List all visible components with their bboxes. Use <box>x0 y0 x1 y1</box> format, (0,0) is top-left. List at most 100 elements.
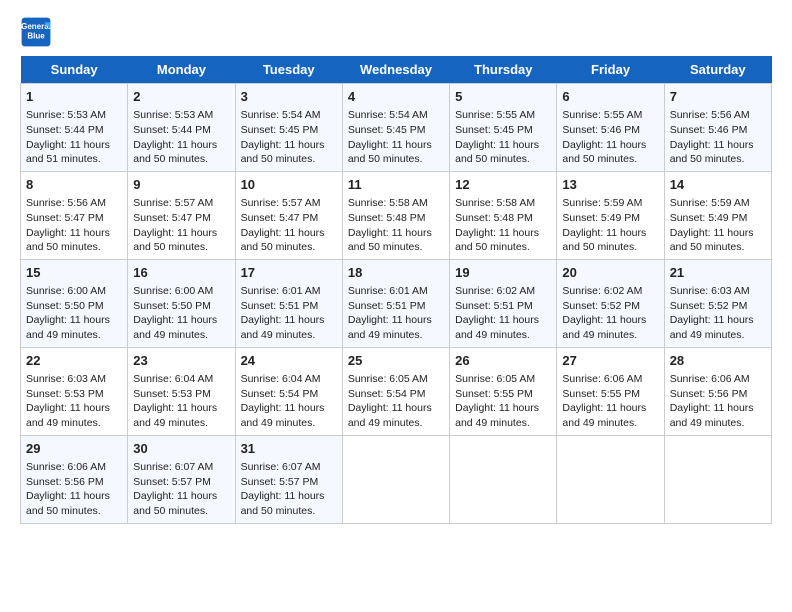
sunrise-text: Sunrise: 6:04 AM <box>241 373 321 385</box>
daylight-text: Daylight: 11 hours and 50 minutes. <box>133 227 217 254</box>
week-row-2: 8 Sunrise: 5:56 AM Sunset: 5:47 PM Daylight… <box>21 171 772 259</box>
sunset-text: Sunset: 5:47 PM <box>133 212 211 224</box>
calendar-table: SundayMondayTuesdayWednesdayThursdayFrid… <box>20 56 772 524</box>
calendar-cell: 26Sunrise: 6:05 AMSunset: 5:55 PMDayligh… <box>450 347 557 435</box>
day-number: 29 <box>26 440 122 458</box>
day-number: 20 <box>562 264 658 282</box>
calendar-cell: 9Sunrise: 5:57 AMSunset: 5:47 PMDaylight… <box>128 171 235 259</box>
sunrise-text: Sunrise: 6:07 AM <box>133 461 213 473</box>
week-row-4: 22Sunrise: 6:03 AMSunset: 5:53 PMDayligh… <box>21 347 772 435</box>
day-number: 13 <box>562 176 658 194</box>
sunset-text: Sunset: 5:47 PM <box>241 212 319 224</box>
daylight-text: Daylight: 11 hours and 50 minutes. <box>348 227 432 254</box>
sunrise-text: Sunrise: 6:04 AM <box>133 373 213 385</box>
calendar-cell: 28Sunrise: 6:06 AMSunset: 5:56 PMDayligh… <box>664 347 771 435</box>
sunset-text: Sunset: 5:46 PM <box>562 124 640 136</box>
calendar-cell: 31Sunrise: 6:07 AMSunset: 5:57 PMDayligh… <box>235 435 342 523</box>
daylight-text: Daylight: 11 hours and 49 minutes. <box>241 402 325 429</box>
day-number: 3 <box>241 88 337 106</box>
calendar-cell: 18Sunrise: 6:01 AMSunset: 5:51 PMDayligh… <box>342 259 449 347</box>
daylight-text: Daylight: 11 hours and 50 minutes. <box>241 227 325 254</box>
daylight-text: Daylight: 11 hours and 49 minutes. <box>455 314 539 341</box>
calendar-cell: 17Sunrise: 6:01 AMSunset: 5:51 PMDayligh… <box>235 259 342 347</box>
calendar-cell <box>664 435 771 523</box>
logo: General Blue <box>20 16 56 48</box>
calendar-cell: 25 Sunrise: 6:05 AM Sunset: 5:54 PM Dayligh… <box>342 347 449 435</box>
sunset-text: Sunset: 5:55 PM <box>455 388 533 400</box>
daylight-text: Daylight: 11 hours and 49 minutes. <box>455 402 539 429</box>
daylight-text: Daylight: 11 hours and 50 minutes. <box>133 490 217 517</box>
sunrise-text: Sunrise: 5:56 AM <box>26 197 106 209</box>
sunrise-text: Sunrise: 5:54 AM <box>348 109 428 121</box>
day-number: 25 <box>348 352 444 370</box>
day-number: 30 <box>133 440 229 458</box>
calendar-cell: 29Sunrise: 6:06 AMSunset: 5:56 PMDayligh… <box>21 435 128 523</box>
calendar-cell: 8Sunrise: 5:56 AMSunset: 5:47 PMDaylight… <box>21 171 128 259</box>
sunrise-text: Sunrise: 6:05 AM <box>348 373 428 385</box>
sunset-text: Sunset: 5:52 PM <box>562 300 640 312</box>
day-number: 17 <box>241 264 337 282</box>
calendar-cell: 13Sunrise: 5:59 AMSunset: 5:49 PMDayligh… <box>557 171 664 259</box>
sunset-text: Sunset: 5:45 PM <box>241 124 319 136</box>
sunrise-text: Sunrise: 6:06 AM <box>26 461 106 473</box>
sunrise-text: Sunrise: 5:55 AM <box>562 109 642 121</box>
calendar-cell: 24Sunrise: 6:04 AMSunset: 5:54 PMDayligh… <box>235 347 342 435</box>
col-header-saturday: Saturday <box>664 56 771 84</box>
calendar-cell: 16Sunrise: 6:00 AMSunset: 5:50 PMDayligh… <box>128 259 235 347</box>
week-row-3: 15Sunrise: 6:00 AMSunset: 5:50 PMDayligh… <box>21 259 772 347</box>
day-number: 27 <box>562 352 658 370</box>
calendar-cell: 1Sunrise: 5:53 AMSunset: 5:44 PMDaylight… <box>21 84 128 172</box>
day-number: 6 <box>562 88 658 106</box>
daylight-text: Daylight: 11 hours and 50 minutes. <box>562 139 646 166</box>
col-header-tuesday: Tuesday <box>235 56 342 84</box>
sunrise-text: Sunrise: 5:59 AM <box>670 197 750 209</box>
day-number: 26 <box>455 352 551 370</box>
sunset-text: Sunset: 5:51 PM <box>241 300 319 312</box>
daylight-text: Daylight: 11 hours and 49 minutes. <box>133 402 217 429</box>
daylight-text: Daylight: 11 hours and 49 minutes. <box>348 402 432 429</box>
calendar-cell: 19Sunrise: 6:02 AMSunset: 5:51 PMDayligh… <box>450 259 557 347</box>
sunrise-text: Sunrise: 6:00 AM <box>133 285 213 297</box>
day-number: 9 <box>133 176 229 194</box>
daylight-text: Daylight: 11 hours and 49 minutes. <box>133 314 217 341</box>
calendar-cell: 20 Sunrise: 6:02 AM Sunset: 5:52 PM Dayligh… <box>557 259 664 347</box>
sunset-text: Sunset: 5:52 PM <box>670 300 748 312</box>
sunrise-text: Sunrise: 6:02 AM <box>562 285 642 297</box>
day-number: 21 <box>670 264 766 282</box>
day-number: 22 <box>26 352 122 370</box>
svg-text:Blue: Blue <box>27 31 45 40</box>
daylight-text: Daylight: 11 hours and 49 minutes. <box>562 402 646 429</box>
day-number: 31 <box>241 440 337 458</box>
sunset-text: Sunset: 5:53 PM <box>133 388 211 400</box>
daylight-text: Daylight: 11 hours and 50 minutes. <box>241 490 325 517</box>
daylight-text: Daylight: 11 hours and 49 minutes. <box>562 314 646 341</box>
calendar-cell: 27Sunrise: 6:06 AMSunset: 5:55 PMDayligh… <box>557 347 664 435</box>
daylight-text: Daylight: 11 hours and 50 minutes. <box>670 227 754 254</box>
daylight-text: Daylight: 11 hours and 50 minutes. <box>241 139 325 166</box>
sunrise-text: Sunrise: 6:06 AM <box>562 373 642 385</box>
sunset-text: Sunset: 5:54 PM <box>348 388 426 400</box>
calendar-cell: 5Sunrise: 5:55 AMSunset: 5:45 PMDaylight… <box>450 84 557 172</box>
daylight-text: Daylight: 11 hours and 50 minutes. <box>455 227 539 254</box>
sunset-text: Sunset: 5:48 PM <box>455 212 533 224</box>
calendar-cell: 3Sunrise: 5:54 AMSunset: 5:45 PMDaylight… <box>235 84 342 172</box>
sunrise-text: Sunrise: 6:00 AM <box>26 285 106 297</box>
sunset-text: Sunset: 5:53 PM <box>26 388 104 400</box>
sunrise-text: Sunrise: 5:58 AM <box>348 197 428 209</box>
day-number: 1 <box>26 88 122 106</box>
logo-icon: General Blue <box>20 16 52 48</box>
daylight-text: Daylight: 11 hours and 49 minutes. <box>26 402 110 429</box>
sunrise-text: Sunrise: 6:01 AM <box>348 285 428 297</box>
daylight-text: Daylight: 11 hours and 50 minutes. <box>26 227 110 254</box>
sunrise-text: Sunrise: 6:07 AM <box>241 461 321 473</box>
daylight-text: Daylight: 11 hours and 50 minutes. <box>562 227 646 254</box>
calendar-cell: 10Sunrise: 5:57 AMSunset: 5:47 PMDayligh… <box>235 171 342 259</box>
day-number: 19 <box>455 264 551 282</box>
sunset-text: Sunset: 5:46 PM <box>670 124 748 136</box>
daylight-text: Daylight: 11 hours and 50 minutes. <box>26 490 110 517</box>
sunset-text: Sunset: 5:45 PM <box>348 124 426 136</box>
day-number: 8 <box>26 176 122 194</box>
calendar-cell: 2Sunrise: 5:53 AMSunset: 5:44 PMDaylight… <box>128 84 235 172</box>
calendar-cell: 12Sunrise: 5:58 AMSunset: 5:48 PMDayligh… <box>450 171 557 259</box>
sunrise-text: Sunrise: 6:03 AM <box>670 285 750 297</box>
